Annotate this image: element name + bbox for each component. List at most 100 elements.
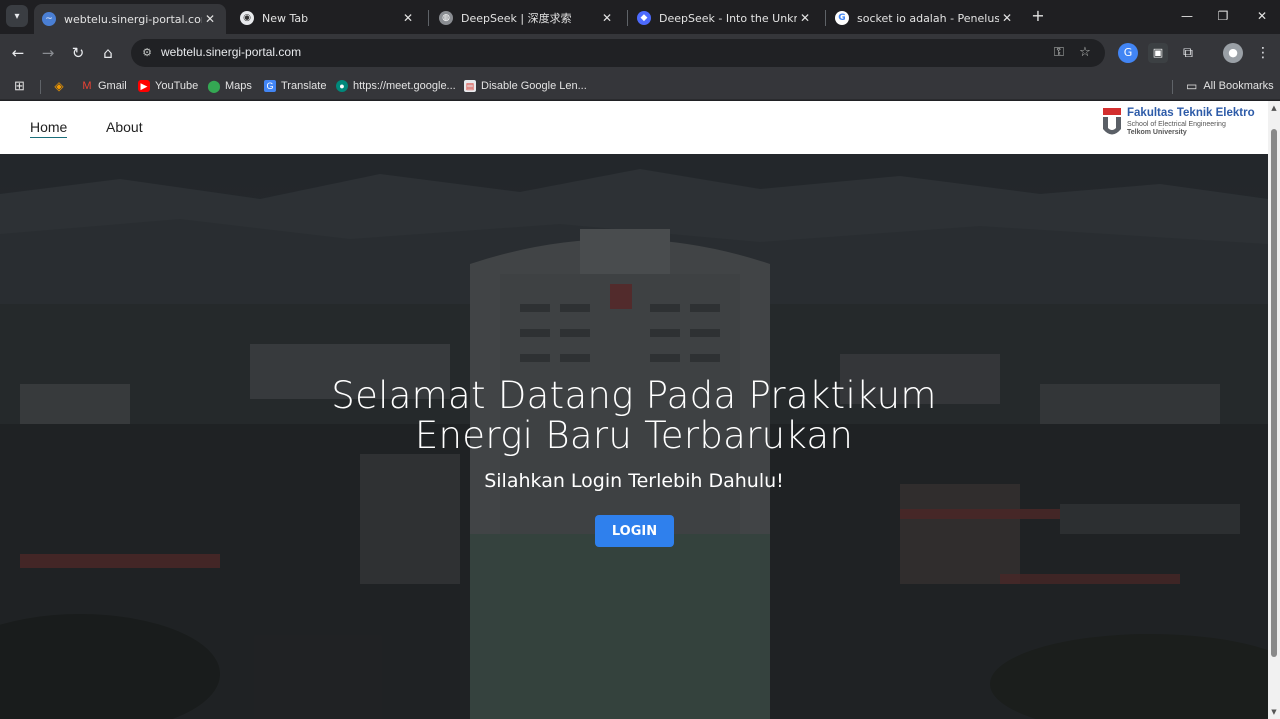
folder-icon: ▭	[1186, 79, 1198, 93]
bookmarks-bar: ⊞ ◈ M Gmail ▶ YouTube ⬤ Maps G Translate…	[0, 72, 1280, 100]
tab-title: DeepSeek - Into the Unknown	[659, 11, 797, 25]
faculty-logo[interactable]: Fakultas Teknik Elektro School of Electr…	[1100, 106, 1266, 146]
bookmark-label: YouTube	[155, 80, 199, 92]
arrow-left-icon: ←	[11, 44, 25, 62]
tab-deepseek-cn[interactable]: ◍ DeepSeek | 深度求索 ✕	[431, 4, 623, 32]
apps-grid-icon: ⊞	[14, 78, 25, 93]
tab-webtelu[interactable]: ~ webtelu.sinergi-portal.com ✕	[34, 4, 226, 34]
menu-kebab-icon[interactable]: ⋮	[1253, 43, 1273, 63]
bookmark-label: Disable Google Len...	[481, 80, 587, 92]
address-bar[interactable]: ⚙ webtelu.sinergi-portal.com ⚿ ☆	[131, 39, 1105, 67]
close-window-button[interactable]: ✕	[1251, 6, 1273, 26]
gmail-icon: M	[82, 80, 92, 92]
home-button[interactable]: ⌂	[98, 43, 118, 63]
star-icon[interactable]: ☆	[1076, 45, 1094, 61]
google-icon: G	[835, 11, 849, 25]
new-tab-button[interactable]: +	[1030, 6, 1046, 26]
minimize-button[interactable]: —	[1176, 6, 1198, 26]
avatar[interactable]: ●	[1223, 43, 1243, 63]
puzzle-extensions-icon[interactable]: ⧉	[1178, 43, 1198, 63]
tab-google-search[interactable]: G socket io adalah - Penelusuran ✕	[827, 4, 1023, 32]
arrow-right-icon: →	[41, 44, 55, 62]
nav-home[interactable]: Home	[30, 119, 68, 138]
page-viewport: Home About Fakultas Teknik Elektro Schoo…	[0, 101, 1268, 719]
tab-strip: ▾ ~ webtelu.sinergi-portal.com ✕ ◉ New T…	[0, 0, 1280, 34]
reload-icon: ↻	[71, 44, 85, 62]
bookmark-label: Gmail	[98, 80, 127, 92]
bookmark-maps[interactable]: ⬤ Maps	[207, 77, 252, 95]
bookmark-gmail[interactable]: M Gmail	[81, 77, 127, 95]
bookmark-translate[interactable]: G Translate	[264, 77, 326, 95]
chevron-down-icon: ▾	[14, 10, 20, 22]
tab-divider	[627, 10, 628, 26]
edge-wave-icon: ~	[42, 12, 56, 26]
hero-subtitle: Silahkan Login Terlebih Dahulu!	[484, 470, 784, 492]
restore-button[interactable]: ❐	[1212, 6, 1234, 26]
translate-icon: G	[264, 80, 276, 92]
extension-icon[interactable]: ▣	[1148, 43, 1168, 63]
telkom-emblem-icon	[1103, 108, 1121, 135]
tab-deepseek[interactable]: ◆ DeepSeek - Into the Unknown ✕	[629, 4, 821, 32]
hero-title-line-1: Selamat Datang Pada Praktikum	[331, 374, 937, 417]
meet-icon: ●	[336, 80, 348, 92]
bookmark-meet[interactable]: ● https://meet.google...	[336, 77, 456, 95]
bookmark-divider	[1172, 80, 1173, 94]
bookmark-disable-google-lens[interactable]: ▤ Disable Google Len...	[464, 77, 587, 95]
site-info-icon[interactable]: ⚙	[139, 45, 155, 61]
close-icon[interactable]: ✕	[400, 11, 416, 25]
scroll-down-icon[interactable]: ▼	[1270, 708, 1278, 716]
google-translate-extension-icon[interactable]: G	[1118, 43, 1138, 63]
all-bookmarks-button[interactable]: ▭ All Bookmarks	[1186, 77, 1274, 95]
minimize-icon: —	[1181, 9, 1193, 23]
tab-title: DeepSeek | 深度求索	[461, 12, 572, 25]
bookmark-divider	[40, 80, 41, 94]
apps-button[interactable]: ⊞	[14, 77, 25, 95]
key-icon[interactable]: ⚿	[1050, 45, 1068, 61]
restore-icon: ❐	[1217, 9, 1229, 23]
home-icon: ⌂	[103, 44, 113, 62]
all-bookmarks-label: All Bookmarks	[1203, 80, 1274, 92]
browser-toolbar: ← → ↻ ⌂ ⚙ webtelu.sinergi-portal.com ⚿ ☆…	[0, 34, 1280, 72]
maps-icon: ⬤	[207, 79, 221, 93]
scrollbar-thumb[interactable]	[1271, 129, 1277, 657]
close-icon[interactable]: ✕	[599, 11, 615, 25]
diamond-icon: ◈	[54, 79, 64, 93]
site-navbar: Home About Fakultas Teknik Elektro Schoo…	[0, 101, 1268, 154]
logo-subtitle: School of Electrical Engineering	[1127, 121, 1226, 128]
bookmark-diamond[interactable]: ◈	[53, 77, 70, 95]
close-icon: ✕	[1256, 9, 1268, 23]
nav-about[interactable]: About	[106, 119, 143, 135]
bookmark-label: https://meet.google...	[353, 80, 456, 92]
tab-divider	[428, 10, 429, 26]
scroll-up-icon[interactable]: ▲	[1270, 104, 1278, 112]
close-icon[interactable]: ✕	[202, 12, 218, 26]
hero-section: Selamat Datang Pada Praktikum Energi Bar…	[0, 154, 1268, 719]
url-text[interactable]: webtelu.sinergi-portal.com	[161, 45, 301, 59]
close-icon[interactable]: ✕	[797, 11, 813, 25]
logo-university: Telkom University	[1127, 129, 1187, 136]
bookmark-label: Translate	[281, 80, 327, 92]
reload-button[interactable]: ↻	[68, 43, 88, 63]
login-button[interactable]: LOGIN	[595, 515, 674, 547]
youtube-icon: ▶	[138, 80, 150, 92]
forward-button[interactable]: →	[38, 43, 58, 63]
hero-title: Selamat Datang Pada Praktikum Energi Bar…	[0, 376, 1268, 456]
tab-title: webtelu.sinergi-portal.com	[64, 12, 202, 26]
tab-title: socket io adalah - Penelusuran	[857, 11, 999, 25]
page-scrollbar[interactable]: ▲ ▼	[1268, 101, 1280, 719]
tab-search-button[interactable]: ▾	[6, 5, 28, 27]
plus-icon: +	[1031, 6, 1045, 25]
hero-title-line-2: Energi Baru Terbarukan	[414, 414, 854, 457]
tab-title: New Tab	[262, 11, 309, 25]
tab-new-tab[interactable]: ◉ New Tab ✕	[232, 4, 424, 32]
bookmark-youtube[interactable]: ▶ YouTube	[138, 77, 198, 95]
deepseek-whale-icon: ◆	[637, 11, 651, 25]
globe-icon: ◍	[439, 11, 453, 25]
logo-title: Fakultas Teknik Elektro	[1127, 107, 1255, 119]
extension-page-icon: ▤	[464, 80, 476, 92]
bookmark-label: Maps	[225, 80, 252, 92]
chrome-icon: ◉	[240, 11, 254, 25]
close-icon[interactable]: ✕	[999, 11, 1015, 25]
tab-divider	[825, 10, 826, 26]
back-button[interactable]: ←	[8, 43, 28, 63]
